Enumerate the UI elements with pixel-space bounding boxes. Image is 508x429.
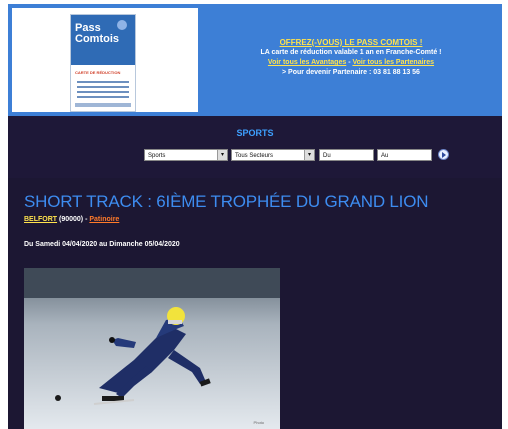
partners-link[interactable]: Voir tous les Partenaires [352,59,434,66]
event-content: SHORT TRACK : 6IÈME TROPHÉE DU GRAND LIO… [8,178,502,429]
card-text-lines [77,81,129,101]
postcode: (90000) - [57,216,90,223]
advantages-link[interactable]: Voir tous les Avantages [268,59,346,66]
promo-block: OFFREZ(-VOUS) LE PASS COMTOIS ! LA carte… [204,38,498,78]
category-select[interactable]: Sports ▾ [144,149,228,161]
category-link[interactable]: Patinoire [89,216,119,223]
go-arrow-icon[interactable] [438,149,449,160]
sector-select-value: Tous Secteurs [235,153,274,159]
logo-badge-icon [117,20,127,30]
event-title: SHORT TRACK : 6IÈME TROPHÉE DU GRAND LIO… [24,192,429,211]
become-partner-line: > Pour devenir Partenaire : 03 81 88 13 … [282,69,420,76]
logo-text-line2: Comtois [75,33,119,45]
category-select-value: Sports [148,153,166,159]
city-link[interactable]: BELFORT [24,216,57,223]
promo-line1: LA carte de réduction valable 1 an en Fr… [260,49,442,56]
card-logo-area: Pass Comtois [71,15,135,65]
photo-credit: Photo [253,420,264,425]
date-from-placeholder: Du [323,153,331,159]
header-banner: Pass Comtois CARTE DE RÉDUCTION OFFREZ(-… [8,4,502,116]
sector-select[interactable]: Tous Secteurs ▾ [231,149,315,161]
short-track-skater-photo: Photo [24,268,280,429]
card-footer-strip [75,103,131,107]
card-subtitle: CARTE DE RÉDUCTION [75,70,121,75]
page-frame: Pass Comtois CARTE DE RÉDUCTION OFFREZ(-… [8,4,502,429]
date-to-input[interactable]: Au [377,149,432,161]
pass-comtois-card-logo[interactable]: Pass Comtois CARTE DE RÉDUCTION [70,14,136,112]
logo-panel: Pass Comtois CARTE DE RÉDUCTION [12,8,198,112]
event-dates: Du Samedi 04/04/2020 au Dimanche 05/04/2… [24,241,180,248]
event-location: BELFORT (90000) - Patinoire [24,216,119,223]
section-label: SPORTS [236,128,274,138]
filter-bar: SPORTS Sports ▾ Tous Secteurs ▾ Du Au [8,116,502,290]
photo-svg [24,268,280,429]
promo-links: Voir tous les Avantages - Voir tous les … [204,58,498,68]
date-to-placeholder: Au [381,153,389,159]
date-from-input[interactable]: Du [319,149,374,161]
chevron-down-icon: ▾ [217,150,227,160]
chevron-down-icon: ▾ [304,150,314,160]
promo-title-link[interactable]: OFFREZ(-VOUS) LE PASS COMTOIS ! [204,38,498,48]
